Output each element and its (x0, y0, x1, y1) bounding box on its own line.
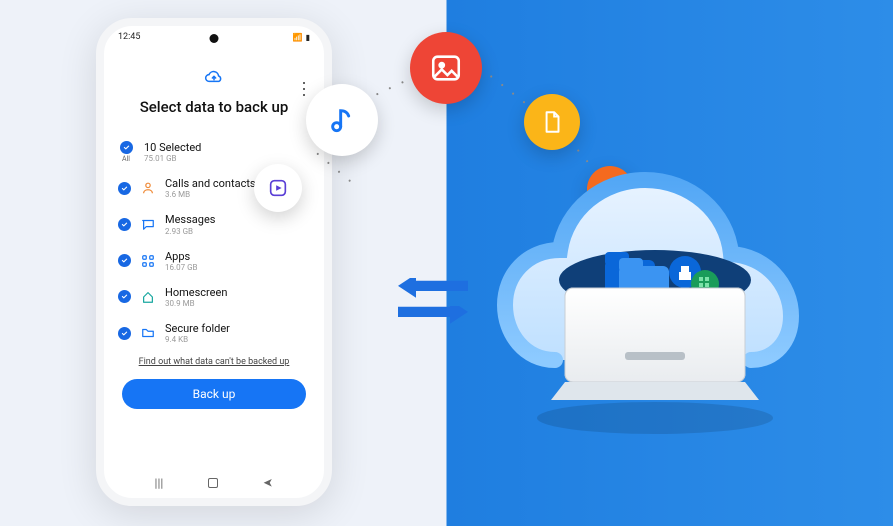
list-item[interactable]: Apps 16.07 GB (110, 243, 318, 279)
cloud-header-icon (104, 68, 324, 92)
list-item[interactable]: Messages 2.93 GB (110, 206, 318, 242)
item-label: Homescreen (165, 286, 310, 299)
status-icons: 📶▮ (293, 33, 310, 42)
item-size: 30.9 MB (165, 299, 310, 308)
back-button[interactable]: ➤ (263, 476, 273, 490)
home-button[interactable] (208, 478, 218, 488)
item-label: Apps (165, 250, 310, 263)
all-label: All (122, 156, 130, 163)
message-icon (141, 217, 155, 231)
info-link[interactable]: Find out what data can't be backed up (104, 357, 324, 367)
item-label: 10 Selected (144, 141, 310, 154)
item-size: 75.01 GB (144, 154, 310, 163)
phone-mockup: 12:45 📶▮ Select data to back up All 10 S… (96, 18, 332, 506)
dotted-path: • • • • (486, 72, 531, 111)
item-size: 16.07 GB (165, 263, 310, 272)
backup-list: All 10 Selected 75.01 GB Calls and conta… (104, 134, 324, 351)
contact-icon (141, 181, 155, 195)
item-label: Secure folder (165, 322, 310, 335)
item-label: Messages (165, 213, 310, 226)
sync-arrows-icon (398, 278, 468, 334)
status-time: 12:45 (118, 32, 140, 42)
checkbox-icon[interactable] (118, 218, 131, 231)
more-menu-icon[interactable] (297, 82, 311, 96)
checkbox-icon[interactable] (118, 254, 131, 267)
recents-button[interactable]: ||| (155, 476, 164, 490)
status-bar: 12:45 📶▮ (104, 26, 324, 42)
checkbox-icon[interactable] (118, 182, 131, 195)
cloud-drawer-illustration (495, 150, 815, 460)
list-item[interactable]: Homescreen 30.9 MB (110, 279, 318, 315)
image-bubble-icon (410, 32, 482, 104)
android-navbar: ||| ➤ (104, 476, 324, 490)
checkbox-icon[interactable] (120, 141, 133, 154)
file-bubble-icon (524, 94, 580, 150)
checkbox-icon[interactable] (118, 290, 131, 303)
apps-icon (141, 254, 155, 268)
list-item[interactable]: Secure folder 9.4 KB (110, 315, 318, 351)
music-bubble-icon (306, 84, 378, 156)
home-icon (141, 290, 155, 304)
video-bubble-icon (254, 164, 302, 212)
checkbox-icon[interactable] (118, 327, 131, 340)
folder-icon (141, 326, 155, 340)
camera-notch (210, 34, 219, 43)
item-size: 9.4 KB (165, 335, 310, 344)
page-title: Select data to back up (104, 98, 324, 116)
backup-button[interactable]: Back up (122, 379, 306, 409)
item-size: 2.93 GB (165, 227, 310, 236)
